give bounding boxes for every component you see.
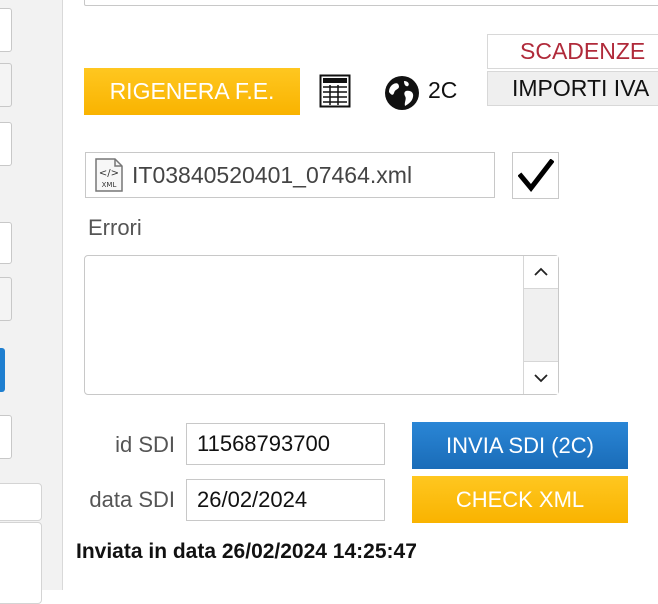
invia-sdi-button[interactable]: INVIA SDI (2C) [412, 422, 628, 469]
left-field-6[interactable] [0, 415, 12, 459]
left-panel [0, 0, 63, 604]
rigenera-fe-label: RIGENERA F.E. [109, 78, 275, 104]
channel-label: 2C [428, 77, 458, 103]
left-field-2[interactable] [0, 63, 12, 107]
id-sdi-input[interactable]: 11568793700 [186, 423, 385, 465]
spreadsheet-icon[interactable] [319, 74, 351, 108]
rigenera-fe-button[interactable]: RIGENERA F.E. [84, 68, 300, 115]
id-sdi-value: 11568793700 [197, 431, 330, 456]
invia-sdi-label: INVIA SDI (2C) [446, 432, 594, 458]
xml-check-checkbox[interactable] [512, 152, 559, 199]
tab-bar: SCADENZE IMPORTI IVA [487, 34, 658, 110]
left-field-4[interactable] [0, 222, 12, 264]
scroll-down-button[interactable] [524, 361, 558, 394]
checkmark-icon [517, 158, 554, 192]
tab-importi-iva[interactable]: IMPORTI IVA [487, 71, 658, 106]
chevron-up-icon [534, 267, 548, 276]
id-sdi-label: id SDI [115, 432, 175, 457]
left-field-8[interactable] [0, 522, 42, 604]
errori-scrollbar[interactable] [523, 256, 558, 394]
check-xml-button[interactable]: CHECK XML [412, 476, 628, 523]
errori-label: Errori [88, 215, 142, 240]
svg-text:XML: XML [102, 181, 117, 189]
xml-file-field[interactable]: </> XML IT03840520401_07464.xml [85, 152, 495, 198]
data-sdi-label: data SDI [89, 487, 175, 512]
tab-importi-iva-label: IMPORTI IVA [512, 75, 650, 101]
tab-scadenze-label: SCADENZE [520, 38, 646, 64]
svg-text:</>: </> [99, 168, 119, 179]
left-field-1[interactable] [0, 8, 12, 52]
data-sdi-value: 26/02/2024 [197, 487, 308, 512]
xml-file-icon: </> XML [94, 157, 124, 193]
errori-textarea[interactable] [84, 255, 559, 395]
chevron-down-icon [534, 374, 548, 383]
tab-scadenze[interactable]: SCADENZE [487, 34, 658, 69]
data-sdi-input[interactable]: 26/02/2024 [186, 479, 385, 521]
left-blue-button[interactable] [0, 348, 5, 392]
top-input-field[interactable] [84, 0, 658, 6]
xml-file-name: IT03840520401_07464.xml [132, 161, 413, 188]
sent-status-text: Inviata in data 26/02/2024 14:25:47 [76, 540, 417, 563]
left-field-5[interactable] [0, 277, 12, 321]
globe-icon[interactable] [384, 75, 420, 111]
left-field-7[interactable] [0, 483, 42, 521]
left-field-3[interactable] [0, 122, 12, 166]
scroll-up-button[interactable] [524, 256, 558, 289]
check-xml-label: CHECK XML [455, 486, 585, 512]
